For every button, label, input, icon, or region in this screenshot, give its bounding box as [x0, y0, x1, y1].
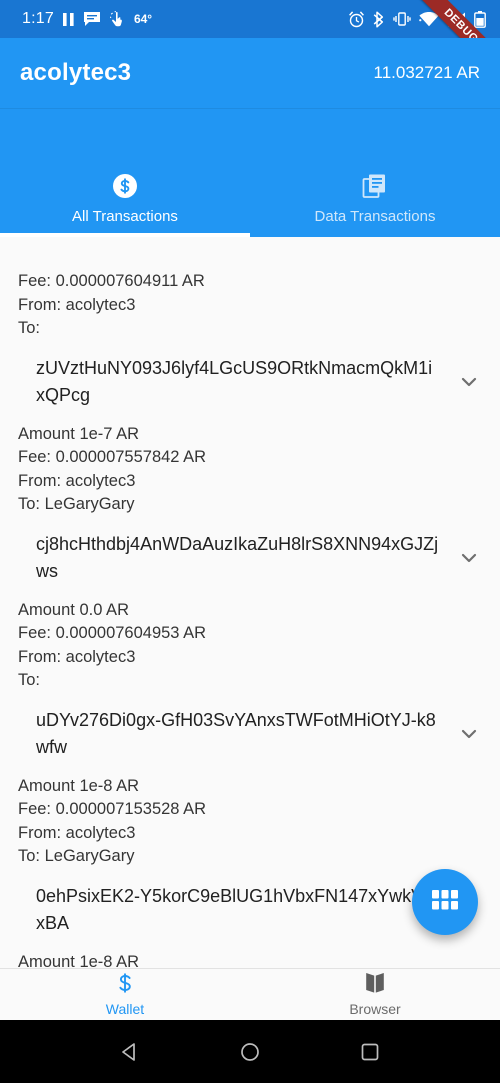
bottom-navigation: Wallet Browser [0, 968, 500, 1020]
transaction-item[interactable]: Fee: 0.000007604911 AR From: acolytec3 T… [0, 270, 500, 423]
book-icon [364, 972, 386, 999]
nav-item-wallet-label: Wallet [105, 1001, 145, 1017]
nav-item-wallet[interactable]: Wallet [0, 972, 250, 1017]
tab-bar: All Transactions Data Transactions [0, 171, 500, 237]
transaction-item[interactable]: Amount 1e-8 AR Fee: 0.000007199024 AR Fr… [0, 951, 500, 969]
wallet-balance: 11.032721 AR [373, 63, 481, 82]
transaction-fee: Fee: 0.000007557842 AR [18, 448, 207, 466]
transaction-amount: Amount 1e-8 AR [18, 776, 140, 795]
transaction-id: 0ehPsixEK2-Y5korC9eBlUG1hVbxFN147xYwkVrc… [36, 885, 438, 933]
alarm-icon [348, 10, 365, 28]
bluetooth-icon [373, 10, 385, 28]
battery-icon [474, 10, 486, 28]
status-temperature: 64° [133, 12, 153, 26]
transaction-amount: Amount 1e-8 AR [18, 952, 140, 969]
transaction-amount: Amount 1e-7 AR [18, 424, 140, 443]
status-bar-right [348, 10, 490, 28]
transaction-meta: Fee: 0.000007604911 AR From: acolytec3 T… [0, 270, 500, 341]
transaction-from: From: acolytec3 [18, 647, 136, 666]
transaction-id: cj8hcHthdbj4AnWDaAuzIkaZuH8lrS8XNN94xGJZ… [36, 533, 439, 581]
transaction-id-row[interactable]: cj8hcHthdbj4AnWDaAuzIkaZuH8lrS8XNN94xGJZ… [0, 517, 500, 599]
tab-data-transactions[interactable]: Data Transactions [250, 171, 500, 237]
transaction-from: From: acolytec3 [18, 471, 136, 490]
status-time: 1:17 [22, 10, 54, 27]
transaction-meta: Amount 1e-7 AR Fee: 0.000007557842 AR Fr… [0, 423, 500, 517]
transaction-from: From: acolytec3 [18, 823, 136, 842]
transaction-from: From: acolytec3 [18, 295, 136, 314]
nav-item-browser-label: Browser [349, 1001, 401, 1017]
back-icon[interactable] [119, 1041, 141, 1063]
dollar-circle-icon [112, 173, 138, 199]
transaction-to: To: [18, 319, 41, 337]
android-navigation-bar [0, 1020, 500, 1083]
home-icon[interactable] [239, 1041, 261, 1063]
transaction-id: uDYv276Di0gx-GfH03SvYAnxsTWFotMHiOtYJ-k8… [36, 709, 436, 757]
apps-grid-icon [432, 889, 458, 915]
tab-active-underline [0, 233, 250, 237]
transaction-fee: Fee: 0.000007153528 AR [18, 800, 207, 818]
transaction-id-row[interactable]: uDYv276Di0gx-GfH03SvYAnxsTWFotMHiOtYJ-k8… [0, 693, 500, 775]
transaction-id: zUVztHuNY093J6lyf4LGcUS9ORtkNmacmQkM1ixQ… [36, 357, 433, 405]
transaction-amount: Amount 0.0 AR [18, 600, 129, 619]
pause-icon [62, 12, 74, 26]
transaction-item[interactable]: Amount 0.0 AR Fee: 0.000007604953 AR Fro… [0, 599, 500, 775]
document-list-icon [362, 173, 388, 199]
transaction-item[interactable]: Amount 1e-7 AR Fee: 0.000007557842 AR Fr… [0, 423, 500, 599]
transaction-meta: Amount 0.0 AR Fee: 0.000007604953 AR Fro… [0, 599, 500, 693]
cell-signal-icon [447, 12, 466, 27]
dollar-icon [115, 972, 135, 999]
transaction-id-row[interactable]: zUVztHuNY093J6lyf4LGcUS9ORtkNmacmQkM1ixQ… [0, 341, 500, 423]
transaction-fee: Fee: 0.000007604953 AR [18, 624, 207, 642]
message-icon [83, 11, 101, 27]
chevron-down-icon[interactable] [452, 546, 486, 570]
wifi-icon [419, 11, 439, 27]
transaction-to: To: LeGaryGary [18, 495, 135, 513]
apps-fab-button[interactable] [412, 869, 478, 935]
chevron-down-icon[interactable] [452, 722, 486, 746]
app-bar: acolytec3 11.032721 AR [0, 38, 500, 108]
status-bar-left: 1:17 64° [22, 10, 152, 28]
transaction-to: To: LeGaryGary [18, 847, 135, 865]
phone-screen: 1:17 64° DEBUG acolytec3 11.032721 AR Al… [0, 0, 500, 1083]
transaction-fee: Fee: 0.000007604911 AR [18, 272, 205, 290]
chevron-down-icon[interactable] [452, 370, 486, 394]
tab-all-transactions-label: All Transactions [72, 208, 178, 225]
transaction-list[interactable]: Fee: 0.000007604911 AR From: acolytec3 T… [0, 270, 500, 968]
tab-all-transactions[interactable]: All Transactions [0, 171, 250, 237]
recents-icon[interactable] [359, 1041, 381, 1063]
transaction-meta: Amount 1e-8 AR Fee: 0.000007153528 AR Fr… [0, 775, 500, 869]
vibrate-icon [393, 11, 411, 27]
app-bar-spacer [0, 108, 500, 171]
status-bar: 1:17 64° DEBUG [0, 0, 500, 38]
transaction-meta: Amount 1e-8 AR Fee: 0.000007199024 AR Fr… [0, 951, 500, 969]
tab-data-transactions-label: Data Transactions [314, 208, 436, 225]
hand-touch-icon [109, 11, 125, 27]
nav-item-browser[interactable]: Browser [250, 972, 500, 1017]
transaction-to: To: [18, 671, 41, 689]
page-title: acolytec3 [20, 59, 132, 86]
